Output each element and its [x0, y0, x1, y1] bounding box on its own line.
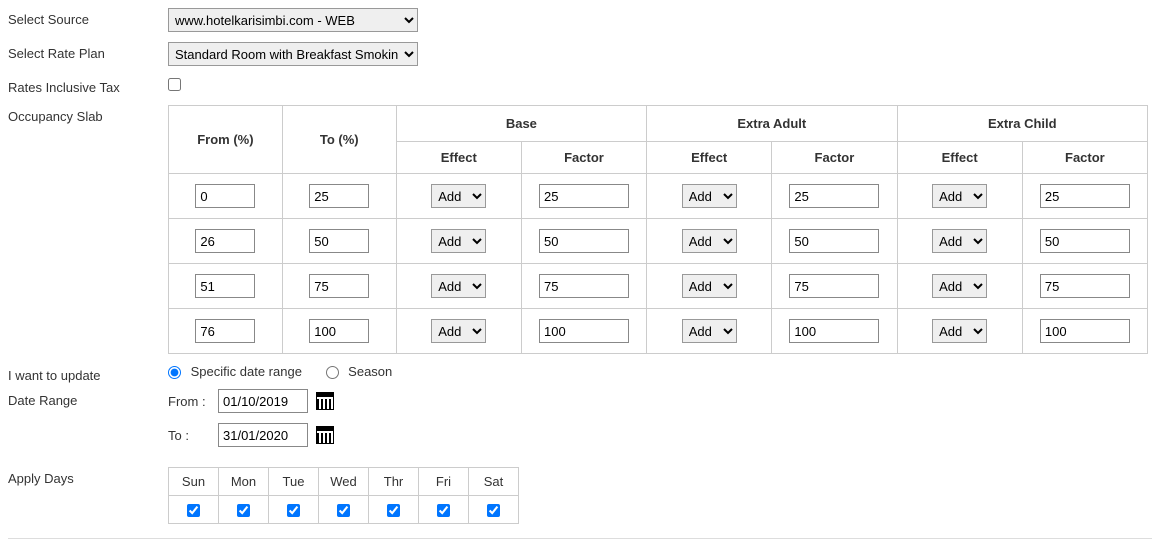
slab-base-factor-input[interactable]	[539, 319, 629, 343]
day-check-mon[interactable]	[237, 504, 250, 517]
occupancy-slab-label: Occupancy Slab	[8, 105, 168, 124]
header-base: Base	[396, 106, 646, 142]
slab-adult-factor-input[interactable]	[789, 319, 879, 343]
slab-base-effect-select[interactable]: Add	[431, 184, 486, 208]
slab-child-effect-select[interactable]: Add	[932, 319, 987, 343]
apply-days-table: Sun Mon Tue Wed Thr Fri Sat	[168, 467, 519, 524]
day-check-sat[interactable]	[487, 504, 500, 517]
select-rate-plan-dropdown[interactable]: Standard Room with Breakfast Smokin	[168, 42, 418, 66]
select-rate-plan-label: Select Rate Plan	[8, 42, 168, 61]
day-check-thr[interactable]	[387, 504, 400, 517]
slab-base-effect-select[interactable]: Add	[431, 319, 486, 343]
header-extra-child: Extra Child	[897, 106, 1147, 142]
slab-row: Add Add Add	[169, 174, 1148, 219]
slab-adult-factor-input[interactable]	[789, 274, 879, 298]
update-specific-radio[interactable]	[168, 366, 181, 379]
slab-child-factor-input[interactable]	[1040, 319, 1130, 343]
slab-from-input[interactable]	[195, 319, 255, 343]
day-check-fri[interactable]	[437, 504, 450, 517]
slab-row: Add Add Add	[169, 309, 1148, 354]
slab-base-effect-select[interactable]: Add	[431, 274, 486, 298]
header-child-effect: Effect	[897, 142, 1022, 174]
day-check-wed[interactable]	[337, 504, 350, 517]
select-source-dropdown[interactable]: www.hotelkarisimbi.com - WEB	[168, 8, 418, 32]
slab-from-input[interactable]	[195, 229, 255, 253]
select-source-label: Select Source	[8, 8, 168, 27]
header-adult-effect: Effect	[647, 142, 772, 174]
slab-child-factor-input[interactable]	[1040, 184, 1130, 208]
occupancy-slab-table: From (%) To (%) Base Extra Adult Extra C…	[168, 105, 1148, 354]
slab-adult-effect-select[interactable]: Add	[682, 229, 737, 253]
slab-to-input[interactable]	[309, 319, 369, 343]
slab-row: Add Add Add	[169, 264, 1148, 309]
date-to-sublabel: To :	[168, 428, 218, 443]
rates-inclusive-tax-checkbox[interactable]	[168, 78, 181, 91]
apply-days-label: Apply Days	[8, 467, 168, 486]
slab-base-factor-input[interactable]	[539, 229, 629, 253]
date-from-input[interactable]	[218, 389, 308, 413]
slab-from-input[interactable]	[195, 274, 255, 298]
slab-adult-effect-select[interactable]: Add	[682, 274, 737, 298]
slab-adult-effect-select[interactable]: Add	[682, 184, 737, 208]
footer-divider	[8, 538, 1152, 539]
day-header-sun: Sun	[169, 468, 219, 496]
date-to-input[interactable]	[218, 423, 308, 447]
day-header-thr: Thr	[369, 468, 419, 496]
header-from-pct: From (%)	[169, 106, 283, 174]
date-range-label: Date Range	[8, 389, 168, 408]
slab-base-effect-select[interactable]: Add	[431, 229, 486, 253]
header-base-factor: Factor	[521, 142, 646, 174]
slab-adult-effect-select[interactable]: Add	[682, 319, 737, 343]
day-header-tue: Tue	[269, 468, 319, 496]
slab-child-effect-select[interactable]: Add	[932, 229, 987, 253]
i-want-to-update-label: I want to update	[8, 364, 168, 383]
header-to-pct: To (%)	[282, 106, 396, 174]
slab-to-input[interactable]	[309, 229, 369, 253]
update-season-option[interactable]: Season	[326, 364, 393, 379]
slab-to-input[interactable]	[309, 184, 369, 208]
slab-from-input[interactable]	[195, 184, 255, 208]
day-header-wed: Wed	[319, 468, 369, 496]
day-header-fri: Fri	[419, 468, 469, 496]
slab-to-input[interactable]	[309, 274, 369, 298]
day-check-tue[interactable]	[287, 504, 300, 517]
header-adult-factor: Factor	[772, 142, 897, 174]
slab-child-factor-input[interactable]	[1040, 229, 1130, 253]
slab-adult-factor-input[interactable]	[789, 184, 879, 208]
slab-row: Add Add Add	[169, 219, 1148, 264]
day-check-sun[interactable]	[187, 504, 200, 517]
slab-adult-factor-input[interactable]	[789, 229, 879, 253]
rates-inclusive-tax-label: Rates Inclusive Tax	[8, 76, 168, 95]
day-header-sat: Sat	[469, 468, 519, 496]
calendar-icon[interactable]	[316, 392, 334, 410]
calendar-icon[interactable]	[316, 426, 334, 444]
slab-base-factor-input[interactable]	[539, 184, 629, 208]
slab-child-factor-input[interactable]	[1040, 274, 1130, 298]
update-season-radio[interactable]	[326, 366, 339, 379]
day-header-mon: Mon	[219, 468, 269, 496]
header-child-factor: Factor	[1022, 142, 1147, 174]
update-specific-option[interactable]: Specific date range	[168, 364, 306, 379]
slab-child-effect-select[interactable]: Add	[932, 184, 987, 208]
header-base-effect: Effect	[396, 142, 521, 174]
slab-base-factor-input[interactable]	[539, 274, 629, 298]
slab-child-effect-select[interactable]: Add	[932, 274, 987, 298]
date-from-sublabel: From :	[168, 394, 218, 409]
header-extra-adult: Extra Adult	[647, 106, 897, 142]
